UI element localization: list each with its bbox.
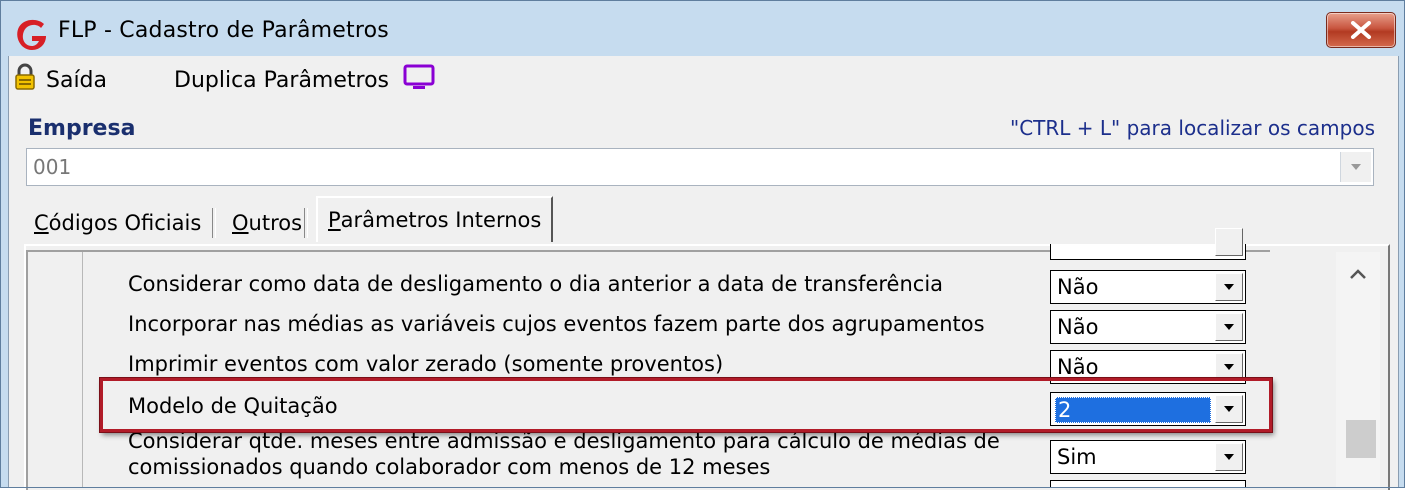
scrollbar-thumb[interactable] — [1346, 420, 1376, 458]
empresa-combobox[interactable]: 001 — [26, 148, 1374, 186]
tab-separator — [304, 208, 308, 238]
app-logo-icon — [14, 18, 50, 52]
dropdown-button[interactable] — [1215, 273, 1243, 301]
scroll-up-button[interactable] — [1340, 256, 1376, 292]
padlock-icon — [14, 63, 36, 97]
tab-label-accel: P — [328, 208, 341, 232]
dropdown-button[interactable] — [1215, 313, 1243, 341]
row-select[interactable]: Não — [1050, 350, 1246, 384]
chevron-down-icon — [1224, 364, 1234, 370]
empresa-dropdown-button[interactable] — [1340, 152, 1371, 182]
row-select[interactable]: Sim — [1050, 440, 1246, 474]
tab-label: utros — [248, 211, 303, 235]
partial-select[interactable] — [1050, 228, 1246, 260]
empresa-label: Empresa — [28, 116, 136, 141]
row-indicator-column — [28, 252, 83, 488]
dropdown-button[interactable] — [1215, 395, 1243, 423]
chevron-down-icon — [1351, 164, 1361, 170]
chevron-down-icon — [1224, 284, 1234, 290]
tab-outros[interactable]: Outros — [232, 204, 302, 242]
select-value: Sim — [1057, 445, 1097, 469]
exit-button[interactable]: Saída — [14, 62, 107, 98]
row-label-line: comissionados quando colaborador com men… — [128, 455, 771, 479]
chevron-up-icon — [1350, 269, 1366, 279]
tab-strip: Códigos Oficiais Outros Parâmetros Inter… — [14, 196, 1394, 242]
select-value: Não — [1057, 275, 1099, 299]
partial-select[interactable] — [1050, 480, 1246, 488]
close-button[interactable] — [1326, 12, 1396, 48]
row-label: Considerar como data de desligamento o d… — [128, 272, 944, 296]
window-title: FLP - Cadastro de Parâmetros — [58, 18, 389, 43]
duplicate-parameters-button[interactable]: Duplica Parâmetros — [174, 62, 435, 98]
row-label-modelo-quitacao: Modelo de Quitação — [128, 394, 338, 418]
tab-codigos-oficiais[interactable]: Códigos Oficiais — [34, 204, 201, 242]
close-icon — [1351, 21, 1371, 39]
row-label-line: Considerar qtde. meses entre admissão e … — [128, 429, 1000, 453]
empresa-value: 001 — [33, 155, 72, 179]
monitor-icon — [403, 63, 435, 97]
modelo-quitacao-select[interactable]: 2 — [1050, 392, 1246, 426]
toolbar: Saída Duplica Parâmetros — [8, 62, 908, 98]
tab-label: ódigos Oficiais — [48, 211, 202, 235]
chevron-down-icon — [1224, 454, 1234, 460]
select-value: 2 — [1055, 397, 1211, 423]
select-value: Não — [1057, 355, 1099, 379]
tab-label-accel: O — [232, 211, 249, 235]
exit-label: Saída — [46, 67, 108, 93]
duplicate-label: Duplica Parâmetros — [174, 67, 390, 93]
tab-parametros-internos[interactable]: Parâmetros Internos — [316, 196, 554, 242]
dropdown-button[interactable] — [1215, 228, 1243, 256]
tab-separator — [212, 208, 216, 238]
row-label: Incorporar nas médias as variáveis cujos… — [128, 312, 985, 336]
row-label: Imprimir eventos com valor zerado (somen… — [128, 352, 724, 376]
row-select[interactable]: Não — [1050, 310, 1246, 344]
dropdown-button[interactable] — [1215, 353, 1243, 381]
tab-label-accel: C — [34, 211, 49, 235]
title-bar[interactable]: FLP - Cadastro de Parâmetros — [0, 0, 1405, 56]
chevron-down-icon — [1224, 406, 1234, 412]
locate-fields-hint: "CTRL + L" para localizar os campos — [1010, 116, 1375, 140]
select-value: Não — [1057, 315, 1099, 339]
row-label-multiline: Considerar qtde. meses entre admissão e … — [128, 428, 1000, 480]
row-select[interactable]: Não — [1050, 270, 1246, 304]
dropdown-button[interactable] — [1215, 443, 1243, 471]
tab-label: arâmetros Internos — [340, 208, 542, 232]
chevron-down-icon — [1224, 324, 1234, 330]
